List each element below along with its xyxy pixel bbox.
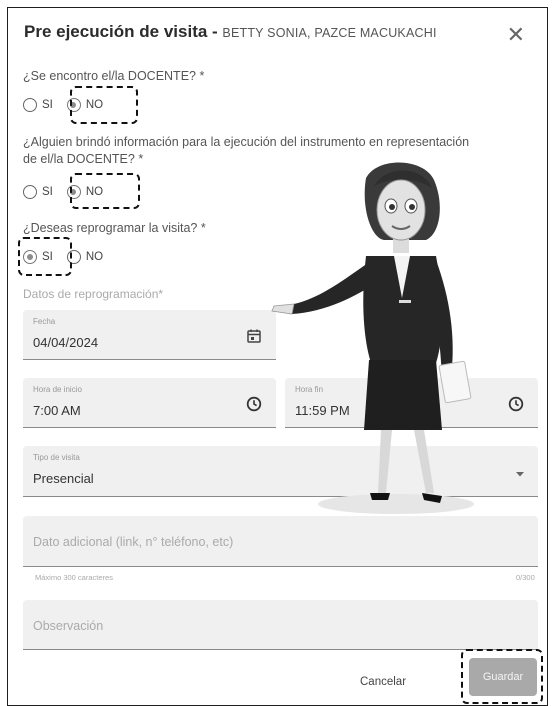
- dialog-title: Pre ejecución de visita -: [24, 22, 223, 41]
- highlight-annotation: [18, 237, 72, 276]
- dialog: Pre ejecución de visita - BETTY SONIA, P…: [7, 7, 548, 706]
- additional-data-input[interactable]: Dato adicional (link, n° teléfono, etc): [23, 516, 538, 567]
- observation-placeholder: Observación: [33, 619, 104, 633]
- cancel-button[interactable]: Cancelar: [360, 676, 406, 688]
- radio-teacher-found-si[interactable]: SI: [23, 98, 53, 112]
- radio-reschedule-no[interactable]: NO: [66, 250, 104, 264]
- visit-type-label: Tipo de visita: [33, 453, 80, 462]
- highlight-annotation: [70, 86, 138, 124]
- radio-info-provided-si[interactable]: SI: [23, 185, 53, 199]
- additional-data-counter: 0/300: [516, 573, 535, 582]
- start-time-value: 7:00 AM: [33, 403, 81, 418]
- clock-icon[interactable]: [246, 396, 262, 412]
- date-label: Fecha: [33, 317, 56, 326]
- save-button[interactable]: Guardar: [469, 658, 537, 696]
- date-field[interactable]: Fecha 04/04/2024: [23, 310, 276, 360]
- radio-label: NO: [85, 251, 104, 263]
- radio-label: SI: [42, 99, 53, 111]
- close-icon[interactable]: ✕: [507, 24, 525, 46]
- visit-type-value: Presencial: [33, 471, 94, 486]
- observation-input[interactable]: Observación: [23, 600, 538, 650]
- additional-data-placeholder: Dato adicional (link, n° teléfono, etc): [33, 535, 234, 549]
- question-teacher-found: ¿Se encontro el/la DOCENTE? *: [23, 69, 205, 83]
- highlight-annotation: [70, 173, 140, 209]
- reprogramming-section-label: Datos de reprogramación*: [23, 287, 164, 301]
- radio-circle[interactable]: [23, 185, 37, 199]
- dialog-header: Pre ejecución de visita - BETTY SONIA, P…: [24, 22, 533, 52]
- start-time-label: Hora de inicio: [33, 385, 82, 394]
- additional-data-hint: Máximo 300 caracteres: [35, 573, 113, 582]
- question-reschedule: ¿Deseas reprogramar la visita? *: [23, 221, 206, 235]
- date-value: 04/04/2024: [33, 335, 99, 350]
- radio-label: SI: [42, 186, 53, 198]
- dialog-subtitle: BETTY SONIA, PAZCE MACUKACHI: [222, 26, 437, 40]
- radio-circle[interactable]: [23, 98, 37, 112]
- presenter-woman-illustration: [271, 162, 474, 514]
- start-time-field[interactable]: Hora de inicio 7:00 AM: [23, 378, 276, 428]
- calendar-icon[interactable]: [246, 328, 262, 344]
